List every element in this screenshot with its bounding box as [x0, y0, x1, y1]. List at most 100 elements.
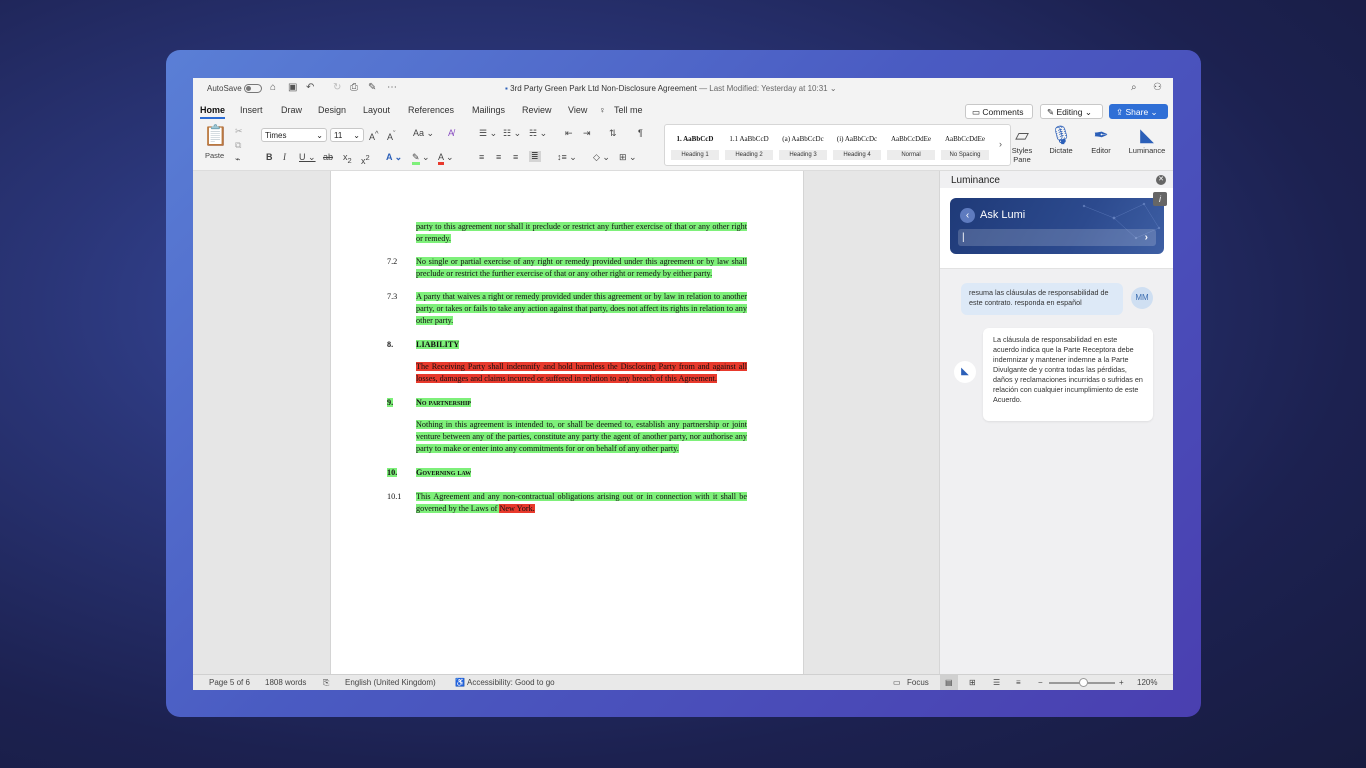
copy-icon[interactable]: ⧉	[235, 140, 241, 151]
style-heading-2[interactable]: 1.1 AaBbCcD Heading 2	[725, 130, 773, 160]
strikethrough-icon[interactable]: ab	[323, 152, 333, 163]
numbering-icon[interactable]: ☷ ⌄	[503, 128, 521, 139]
zoom-in-icon[interactable]: +	[1119, 678, 1124, 687]
info-icon[interactable]: i	[1153, 192, 1167, 206]
justify-icon[interactable]: ≣	[529, 151, 541, 162]
style-name: Heading 1	[671, 150, 719, 160]
styles-pane-button[interactable]: ▱ Styles Pane	[1009, 124, 1035, 164]
editor-label: Editor	[1091, 146, 1111, 155]
back-icon[interactable]: ‹	[960, 208, 975, 223]
autosave-toggle[interactable]	[244, 84, 262, 93]
style-heading-1[interactable]: 1. AaBbCcD Heading 1	[671, 130, 719, 160]
document-page[interactable]: party to this agreement nor shall it pre…	[330, 171, 804, 674]
ask-lumi-input[interactable]: | ›	[958, 229, 1156, 246]
language[interactable]: English (United Kingdom)	[345, 678, 436, 687]
bullets-icon[interactable]: ☰ ⌄	[479, 128, 497, 139]
tab-tell-me[interactable]: Tell me	[614, 105, 643, 115]
tab-draw[interactable]: Draw	[281, 105, 302, 115]
sort-icon[interactable]: ⇅	[609, 128, 617, 139]
superscript-icon[interactable]: x2	[361, 152, 370, 167]
comments-button[interactable]: ▭ Comments	[965, 104, 1033, 119]
outline-view-icon[interactable]: ☰	[993, 678, 1000, 687]
clear-formatting-icon[interactable]: A̸	[448, 128, 454, 139]
editing-button[interactable]: ✎ Editing ⌄	[1040, 104, 1103, 119]
font-name-value: Times	[265, 131, 287, 140]
paste-icon[interactable]: 📋	[203, 125, 228, 147]
decrease-indent-icon[interactable]: ⇤	[565, 128, 573, 139]
style-heading-4[interactable]: (i) AaBbCcDc Heading 4	[833, 130, 881, 160]
dictate-button[interactable]: 🎙 Dictate	[1045, 124, 1077, 155]
print-icon[interactable]: ⎙	[350, 82, 358, 94]
editor-button[interactable]: ✒ Editor	[1086, 124, 1116, 155]
page-count[interactable]: Page 5 of 6	[209, 678, 250, 687]
focus-button[interactable]: Focus	[907, 678, 929, 687]
change-case-icon[interactable]: Aa ⌄	[413, 128, 434, 139]
save-icon[interactable]: ▣	[288, 82, 297, 94]
styles-pane-label: Styles Pane	[1011, 146, 1033, 164]
tab-home[interactable]: Home	[200, 105, 226, 119]
send-icon[interactable]: ›	[1145, 229, 1148, 246]
share-button[interactable]: ⇪ Share ⌄	[1109, 104, 1168, 119]
align-left-icon[interactable]: ≡	[479, 152, 484, 163]
style-normal[interactable]: AaBbCcDdEe Normal	[887, 130, 935, 160]
edit-doc-icon[interactable]: ✎	[368, 82, 376, 94]
align-center-icon[interactable]: ≡	[496, 152, 501, 163]
accessibility-icon: ♿	[455, 678, 465, 687]
zoom-out-icon[interactable]: −	[1038, 678, 1043, 687]
tab-mailings[interactable]: Mailings	[472, 105, 505, 115]
highlight-icon[interactable]: ✎ ⌄	[412, 152, 430, 165]
home-icon[interactable]: ⌂	[270, 82, 276, 94]
grow-font-icon[interactable]: A^	[369, 128, 379, 143]
undo-icon[interactable]: ↶	[306, 82, 314, 94]
share-person-icon[interactable]: ⚇	[1153, 82, 1162, 94]
shrink-font-icon[interactable]: Aˇ	[387, 128, 396, 143]
web-layout-view-icon[interactable]: ⊞	[969, 678, 976, 687]
tab-review[interactable]: Review	[522, 105, 552, 115]
format-painter-icon[interactable]: ⌁	[235, 154, 240, 165]
cut-icon[interactable]: ✂	[235, 126, 243, 137]
redo-icon[interactable]: ↻	[333, 82, 341, 94]
word-count[interactable]: 1808 words	[265, 678, 306, 687]
gallery-more-icon[interactable]: ›	[999, 139, 1002, 149]
text-effects-icon[interactable]: A ⌄	[386, 152, 402, 163]
draft-view-icon[interactable]: ≡	[1016, 678, 1021, 687]
ask-lumi-card: ‹ Ask Lumi | ›	[950, 198, 1164, 254]
search-icon[interactable]: ⌕	[1131, 82, 1137, 94]
align-right-icon[interactable]: ≡	[513, 152, 518, 163]
font-size-value: 11	[334, 131, 343, 140]
font-size-select[interactable]: 11 ⌄	[330, 128, 364, 142]
highlighted-text: Governing law	[416, 468, 472, 477]
proofing-icon[interactable]: ⎘	[323, 678, 329, 688]
style-preview: (a) AaBbCcDc	[782, 135, 824, 143]
focus-icon[interactable]: ▭	[893, 678, 901, 687]
accessibility-status[interactable]: Accessibility: Good to go	[467, 678, 555, 687]
luminance-button[interactable]: ◣ Luminance	[1126, 124, 1168, 155]
zoom-slider-handle[interactable]	[1079, 678, 1088, 687]
font-color-icon[interactable]: A ⌄	[438, 152, 454, 165]
subscript-icon[interactable]: x2	[343, 152, 352, 166]
underline-icon[interactable]: U ⌄	[299, 152, 316, 163]
tab-layout[interactable]: Layout	[363, 105, 390, 115]
increase-indent-icon[interactable]: ⇥	[583, 128, 591, 139]
chevron-down-icon[interactable]: ⌄	[830, 84, 837, 93]
tab-view[interactable]: View	[568, 105, 587, 115]
borders-icon[interactable]: ⊞ ⌄	[619, 152, 637, 163]
style-heading-3[interactable]: (a) AaBbCcDc Heading 3	[779, 130, 827, 160]
flagged-text: New York.	[499, 504, 535, 513]
close-icon[interactable]: ✕	[1156, 175, 1166, 185]
zoom-level[interactable]: 120%	[1137, 678, 1157, 687]
more-icon[interactable]: ⋯	[387, 82, 397, 94]
bold-icon[interactable]: B	[266, 152, 273, 163]
style-no-spacing[interactable]: AaBbCcDdEe No Spacing	[941, 130, 989, 160]
tab-insert[interactable]: Insert	[240, 105, 263, 115]
paragraph-marks-icon[interactable]: ¶	[638, 128, 643, 139]
style-name: Heading 3	[779, 150, 827, 160]
tab-design[interactable]: Design	[318, 105, 346, 115]
shading-icon[interactable]: ◇ ⌄	[593, 152, 610, 163]
tab-references[interactable]: References	[408, 105, 454, 115]
line-spacing-icon[interactable]: ↕≡ ⌄	[557, 152, 577, 163]
font-name-select[interactable]: Times ⌄	[261, 128, 327, 142]
status-bar: Page 5 of 6 1808 words ⎘ English (United…	[193, 674, 1173, 690]
multilevel-list-icon[interactable]: ☵ ⌄	[529, 128, 547, 139]
italic-icon[interactable]: I	[283, 152, 286, 163]
